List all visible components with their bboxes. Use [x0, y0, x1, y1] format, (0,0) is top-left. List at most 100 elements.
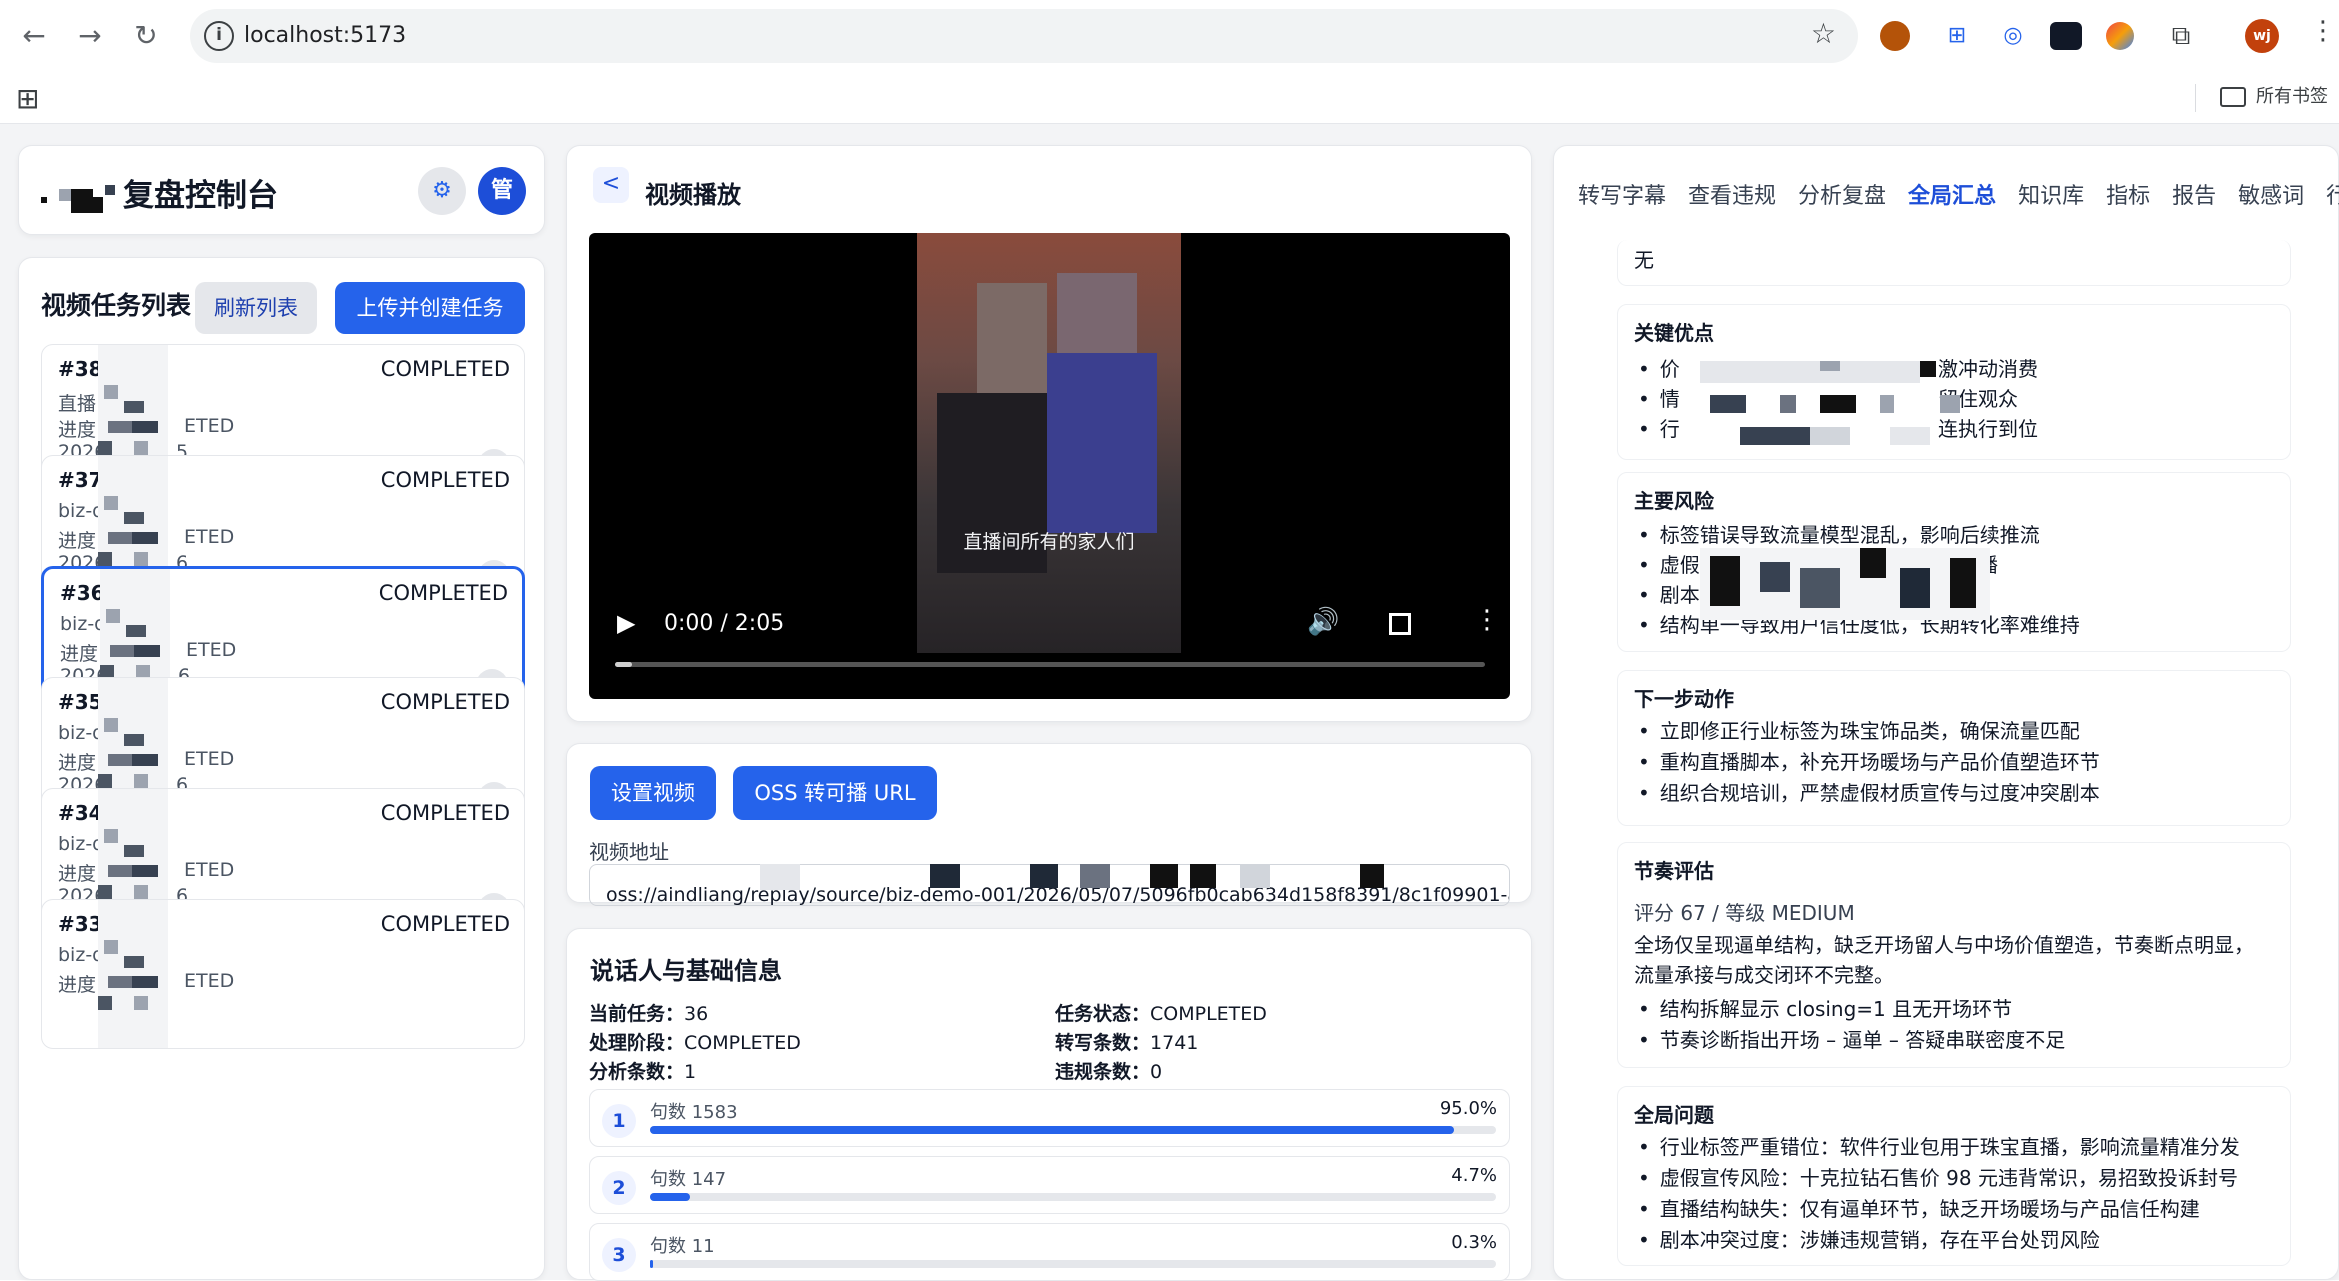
mosaic-block: [108, 976, 132, 988]
bullet-text: 剧本: [1659, 583, 1700, 607]
refresh-list-button[interactable]: 刷新列表: [195, 282, 317, 334]
set-video-button[interactable]: 设置视频: [590, 766, 716, 820]
task-status: COMPLETED: [380, 912, 510, 936]
speaker-row[interactable]: 1 句数 1583 95.0%: [589, 1089, 1510, 1147]
task-progress-label: 进度: [58, 530, 97, 552]
video-player[interactable]: 直播间所有的家人们 ▶ 0:00 / 2:05 🔊 ⋮: [589, 233, 1510, 699]
bullet-item: 重构直播脚本，补充开场暖场与产品价值塑造环节: [1638, 746, 2100, 775]
bullet-item: 节奏诊断指出开场 – 逼单 – 答疑串联密度不足: [1638, 1024, 2065, 1053]
profile-avatar[interactable]: wj: [2245, 19, 2279, 53]
speaker-sentence-count: 句数 1583: [650, 1102, 738, 1123]
mosaic-block: [126, 625, 146, 637]
browser-menu-icon[interactable]: ⋮: [2310, 16, 2336, 46]
console-header-card: 复盘控制台 ⚙ 管: [18, 145, 545, 235]
forward-arrow-icon[interactable]: →: [70, 16, 110, 56]
mosaic-block: [124, 401, 144, 413]
key-strengths-title: 关键优点: [1634, 321, 1714, 345]
tab-4[interactable]: 知识库: [2018, 178, 2084, 210]
task-progress-value: ETED: [184, 859, 235, 881]
bookmarks-bar: ⊞ 所有书签: [0, 72, 2339, 124]
video-more-icon[interactable]: ⋮: [1474, 605, 1500, 635]
rhythm-paragraph-line1: 全场仅呈现逼单结构，缺乏开场留人与中场价值塑造，节奏断点明显，: [1634, 933, 2254, 957]
tab-6[interactable]: 报告: [2172, 178, 2216, 210]
info-field-value: COMPLETED: [684, 1032, 801, 1054]
translate-extension-icon[interactable]: ◎: [1994, 17, 2032, 55]
task-list-card: 视频任务列表 刷新列表 上传并创建任务 #38 COMPLETED 直播 进度 ETED…: [18, 257, 545, 1280]
bullet-item: 剧本冲突过度：涉嫌违规营销，存在平台处罚风险: [1638, 1224, 2100, 1253]
info-field-label: 违规条数：: [1055, 1061, 1151, 1083]
tab-5[interactable]: 指标: [2106, 178, 2150, 210]
bullet-item: 组织合规培训，严禁虚假材质宣传与过度冲突剧本: [1638, 777, 2100, 806]
mosaic-block: [98, 885, 112, 899]
speaker-ratio-bar: [650, 1126, 1496, 1134]
task-status: COMPLETED: [380, 468, 510, 492]
oss-to-url-button[interactable]: OSS 转可播 URL: [733, 766, 937, 820]
extensions-puzzle-icon[interactable]: ⧉: [2162, 17, 2200, 55]
address-url[interactable]: localhost:5173: [244, 9, 406, 63]
mosaic-block: [104, 718, 118, 732]
play-icon[interactable]: ▶: [617, 609, 635, 637]
mosaic-block: [132, 865, 158, 877]
blue-outfit: [1047, 353, 1157, 533]
top-value-section: 无: [1617, 240, 2291, 286]
bullet-item: 行业标签严重错位：软件行业包用于珠宝直播，影响流量精准分发: [1638, 1131, 2240, 1160]
mosaic-block: [124, 845, 144, 857]
mosaic-block: [98, 774, 112, 788]
upload-create-task-button[interactable]: 上传并创建任务: [335, 282, 525, 334]
site-info-icon[interactable]: i: [204, 21, 234, 51]
info-field-value: 36: [684, 1003, 709, 1025]
fullscreen-icon[interactable]: [1389, 613, 1411, 635]
tab-0[interactable]: 转写字幕: [1578, 178, 1666, 210]
cookie-extension-icon[interactable]: [1880, 21, 1910, 51]
speaker-row[interactable]: 2 句数 147 4.7%: [589, 1156, 1510, 1214]
info-field: 当前任务：36: [589, 999, 708, 1026]
all-bookmarks-folder[interactable]: 所有书签: [2220, 82, 2328, 108]
tab-1[interactable]: 查看违规: [1688, 178, 1776, 210]
tab-7[interactable]: 敏感词: [2238, 178, 2304, 210]
video-time: 0:00 / 2:05: [664, 611, 785, 636]
task-status: COMPLETED: [380, 801, 510, 825]
address-bar[interactable]: i localhost:5173 ☆: [190, 9, 1858, 63]
tab-8[interactable]: 行业: [2326, 178, 2339, 210]
apps-grid-icon[interactable]: ⊞: [16, 82, 39, 115]
video-subtitle: 直播间所有的家人们: [963, 531, 1135, 553]
info-field-label: 分析条数：: [589, 1061, 685, 1083]
video-seek-bar[interactable]: [615, 662, 1485, 667]
top-value-text: 无: [1634, 248, 1654, 272]
mosaic-block: [124, 956, 144, 968]
video-address-label: 视频地址: [589, 840, 669, 864]
task-redaction-mosaic: [98, 900, 168, 1048]
screenshot-extension-icon[interactable]: ⊞: [1938, 17, 1976, 55]
volume-icon[interactable]: 🔊: [1307, 607, 1339, 637]
game-extension-icon[interactable]: [2050, 22, 2082, 50]
info-field-value: 1: [684, 1061, 697, 1083]
mosaic-block: [132, 532, 158, 544]
next-actions-section: 下一步动作 立即修正行业标签为珠宝饰品类，确保流量匹配重构直播脚本，补充开场暖场…: [1617, 670, 2291, 826]
tab-3[interactable]: 全局汇总: [1908, 178, 1996, 210]
speaker-row[interactable]: 3 句数 11 0.3%: [589, 1223, 1510, 1281]
next-actions-title: 下一步动作: [1634, 687, 1734, 711]
bullet-text: 虚假宣传风险：十克拉钻石售价 98 元违背常识，易招致投诉封号: [1659, 1166, 2238, 1190]
speaker-number: 3: [602, 1238, 636, 1272]
settings-gear-icon[interactable]: ⚙: [418, 167, 466, 215]
mosaic-block: [104, 496, 118, 510]
rhythm-score: 评分 67 / 等级 MEDIUM: [1634, 901, 1855, 925]
task-progress-value: ETED: [184, 748, 235, 770]
back-arrow-icon[interactable]: ←: [14, 16, 54, 56]
task-card[interactable]: #33 COMPLETED biz-d 进度 ETED: [41, 899, 525, 1049]
mosaic-block: [134, 774, 148, 788]
admin-button[interactable]: 管: [478, 167, 526, 215]
bullet-text: 虚假: [1659, 553, 1700, 577]
info-field-value: COMPLETED: [1150, 1003, 1267, 1025]
task-id: #37: [58, 468, 103, 492]
reload-icon[interactable]: ↻: [126, 16, 166, 56]
tab-2[interactable]: 分析复盘: [1798, 178, 1886, 210]
mosaic-block: [134, 996, 148, 1010]
bookmark-star-icon[interactable]: ☆: [1811, 17, 1836, 50]
mosaic-block: [98, 996, 112, 1010]
risks-redaction-mosaic: [1700, 548, 1990, 620]
bullet-text: 标签错误导致流量模型混乱，影响后续推流: [1659, 523, 2040, 547]
back-button[interactable]: <: [593, 167, 629, 203]
mosaic-block: [104, 829, 118, 843]
color-extension-icon[interactable]: [2106, 22, 2134, 50]
